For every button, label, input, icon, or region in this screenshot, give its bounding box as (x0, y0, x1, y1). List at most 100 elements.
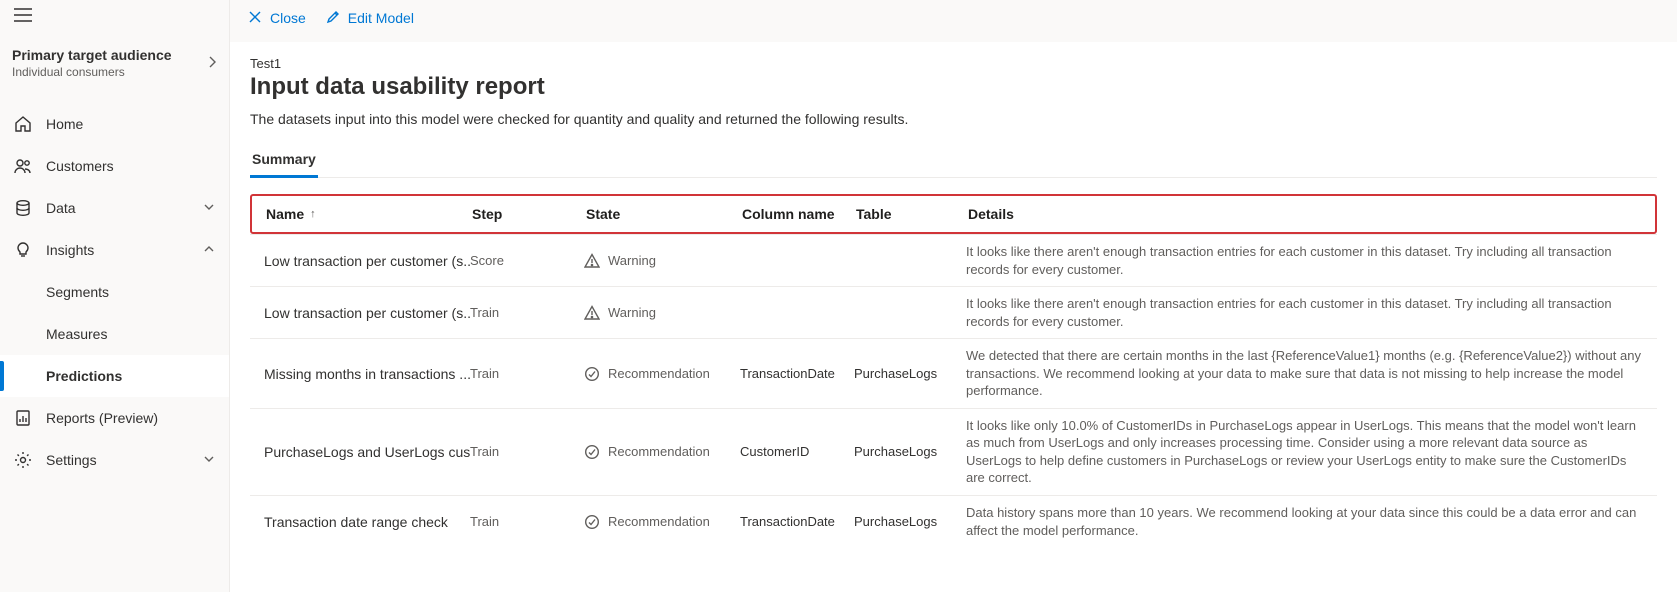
warning-icon (584, 305, 600, 321)
table-row[interactable]: Low transaction per customer (s...Score W… (250, 234, 1657, 286)
command-bar: Close Edit Model (230, 0, 1677, 36)
cell-column-name: CustomerID (740, 444, 854, 459)
tabstrip: Summary (250, 145, 1657, 178)
breadcrumb: Test1 (250, 56, 1657, 71)
sidebar-item-data[interactable]: Data (0, 187, 229, 229)
col-header-details[interactable]: Details (968, 206, 1641, 222)
cell-details: It looks like there aren't enough transa… (966, 243, 1643, 278)
state-text: Recommendation (608, 444, 710, 459)
close-icon (248, 10, 262, 27)
check-circle-icon (584, 514, 600, 530)
cell-step: Train (470, 305, 584, 320)
col-header-state[interactable]: State (586, 206, 742, 222)
sidebar-item-label: Home (46, 116, 215, 132)
chevron-right-icon (207, 55, 217, 72)
content: Test1 Input data usability report The da… (230, 42, 1677, 592)
reports-icon (14, 409, 32, 427)
edit-label: Edit Model (348, 10, 414, 26)
sidebar-sub-predictions[interactable]: Predictions (0, 355, 229, 397)
edit-icon (326, 10, 340, 27)
tab-label: Summary (252, 151, 316, 167)
sidebar-item-customers[interactable]: Customers (0, 145, 229, 187)
sidebar-item-reports[interactable]: Reports (Preview) (0, 397, 229, 439)
cell-name: Low transaction per customer (s... (264, 305, 470, 321)
col-header-column-name[interactable]: Column name (742, 206, 856, 222)
cell-state: Warning (584, 253, 740, 269)
page-description: The datasets input into this model were … (250, 111, 1657, 127)
cell-table: PurchaseLogs (854, 514, 966, 529)
sidebar-item-insights[interactable]: Insights (0, 229, 229, 271)
table-body: Low transaction per customer (s...ScoreW… (250, 234, 1657, 547)
sidebar-item-home[interactable]: Home (0, 103, 229, 145)
edit-model-button[interactable]: Edit Model (326, 10, 414, 27)
sidebar-sub-label: Predictions (46, 368, 122, 384)
cell-name: Missing months in transactions ... (264, 366, 470, 382)
cell-state: Recommendation (584, 514, 740, 530)
close-button[interactable]: Close (248, 10, 306, 27)
hamburger-menu[interactable] (0, 0, 229, 31)
table-row[interactable]: Transaction date range checkTrain Recomme… (250, 495, 1657, 547)
cell-table: PurchaseLogs (854, 366, 966, 381)
customers-icon (14, 157, 32, 175)
cell-step: Train (470, 444, 584, 459)
table-row[interactable]: PurchaseLogs and UserLogs cus...Train Rec… (250, 408, 1657, 495)
sidebar-sub-measures[interactable]: Measures (0, 313, 229, 355)
sidebar-item-label: Reports (Preview) (46, 410, 215, 426)
check-circle-icon (584, 366, 600, 382)
cell-step: Score (470, 253, 584, 268)
col-header-table[interactable]: Table (856, 206, 968, 222)
close-label: Close (270, 10, 306, 26)
cell-state: Recommendation (584, 366, 740, 382)
warning-icon (584, 253, 600, 269)
table-row[interactable]: Missing months in transactions ...Train R… (250, 338, 1657, 408)
cell-step: Train (470, 366, 584, 381)
sidebar-item-settings[interactable]: Settings (0, 439, 229, 481)
sort-asc-icon: ↑ (310, 208, 316, 220)
sidebar-item-label: Insights (46, 242, 203, 258)
results-table-header-highlight: Name ↑ Step State Column name Table Deta… (250, 194, 1657, 234)
chevron-down-icon (203, 452, 215, 468)
cell-column-name: TransactionDate (740, 514, 854, 529)
cell-details: It looks like there aren't enough transa… (966, 295, 1643, 330)
insights-icon (14, 241, 32, 259)
cell-name: Transaction date range check (264, 514, 470, 530)
cell-step: Train (470, 514, 584, 529)
col-header-name[interactable]: Name ↑ (266, 206, 472, 222)
table-header-row: Name ↑ Step State Column name Table Deta… (252, 196, 1655, 232)
table-row[interactable]: Low transaction per customer (s...Train W… (250, 286, 1657, 338)
home-icon (14, 115, 32, 133)
cell-name: Low transaction per customer (s... (264, 253, 470, 269)
context-subtitle: Individual consumers (12, 65, 172, 79)
cell-state: Recommendation (584, 444, 740, 460)
gear-icon (14, 451, 32, 469)
cell-details: It looks like only 10.0% of CustomerIDs … (966, 417, 1643, 487)
sidebar-sub-segments[interactable]: Segments (0, 271, 229, 313)
chevron-up-icon (203, 242, 215, 258)
check-circle-icon (584, 444, 600, 460)
sidebar-item-label: Data (46, 200, 203, 216)
chevron-down-icon (203, 200, 215, 216)
sidebar: Primary target audience Individual consu… (0, 0, 230, 592)
cell-column-name: TransactionDate (740, 366, 854, 381)
context-switcher[interactable]: Primary target audience Individual consu… (0, 31, 229, 89)
main: Close Edit Model Test1 Input data usabil… (230, 0, 1677, 592)
col-header-step[interactable]: Step (472, 206, 586, 222)
sidebar-sub-label: Segments (46, 284, 109, 300)
data-icon (14, 199, 32, 217)
sidebar-item-label: Settings (46, 452, 203, 468)
nav: Home Customers Data Insights (0, 103, 229, 481)
state-text: Warning (608, 253, 656, 268)
state-text: Recommendation (608, 366, 710, 381)
cell-table: PurchaseLogs (854, 444, 966, 459)
cell-details: Data history spans more than 10 years. W… (966, 504, 1643, 539)
state-text: Recommendation (608, 514, 710, 529)
cell-state: Warning (584, 305, 740, 321)
sidebar-sub-label: Measures (46, 326, 107, 342)
sidebar-item-label: Customers (46, 158, 215, 174)
context-title: Primary target audience (12, 47, 172, 63)
page-title: Input data usability report (250, 73, 1657, 101)
tab-summary[interactable]: Summary (250, 145, 318, 177)
state-text: Warning (608, 305, 656, 320)
cell-details: We detected that there are certain month… (966, 347, 1643, 400)
cell-name: PurchaseLogs and UserLogs cus... (264, 444, 470, 460)
